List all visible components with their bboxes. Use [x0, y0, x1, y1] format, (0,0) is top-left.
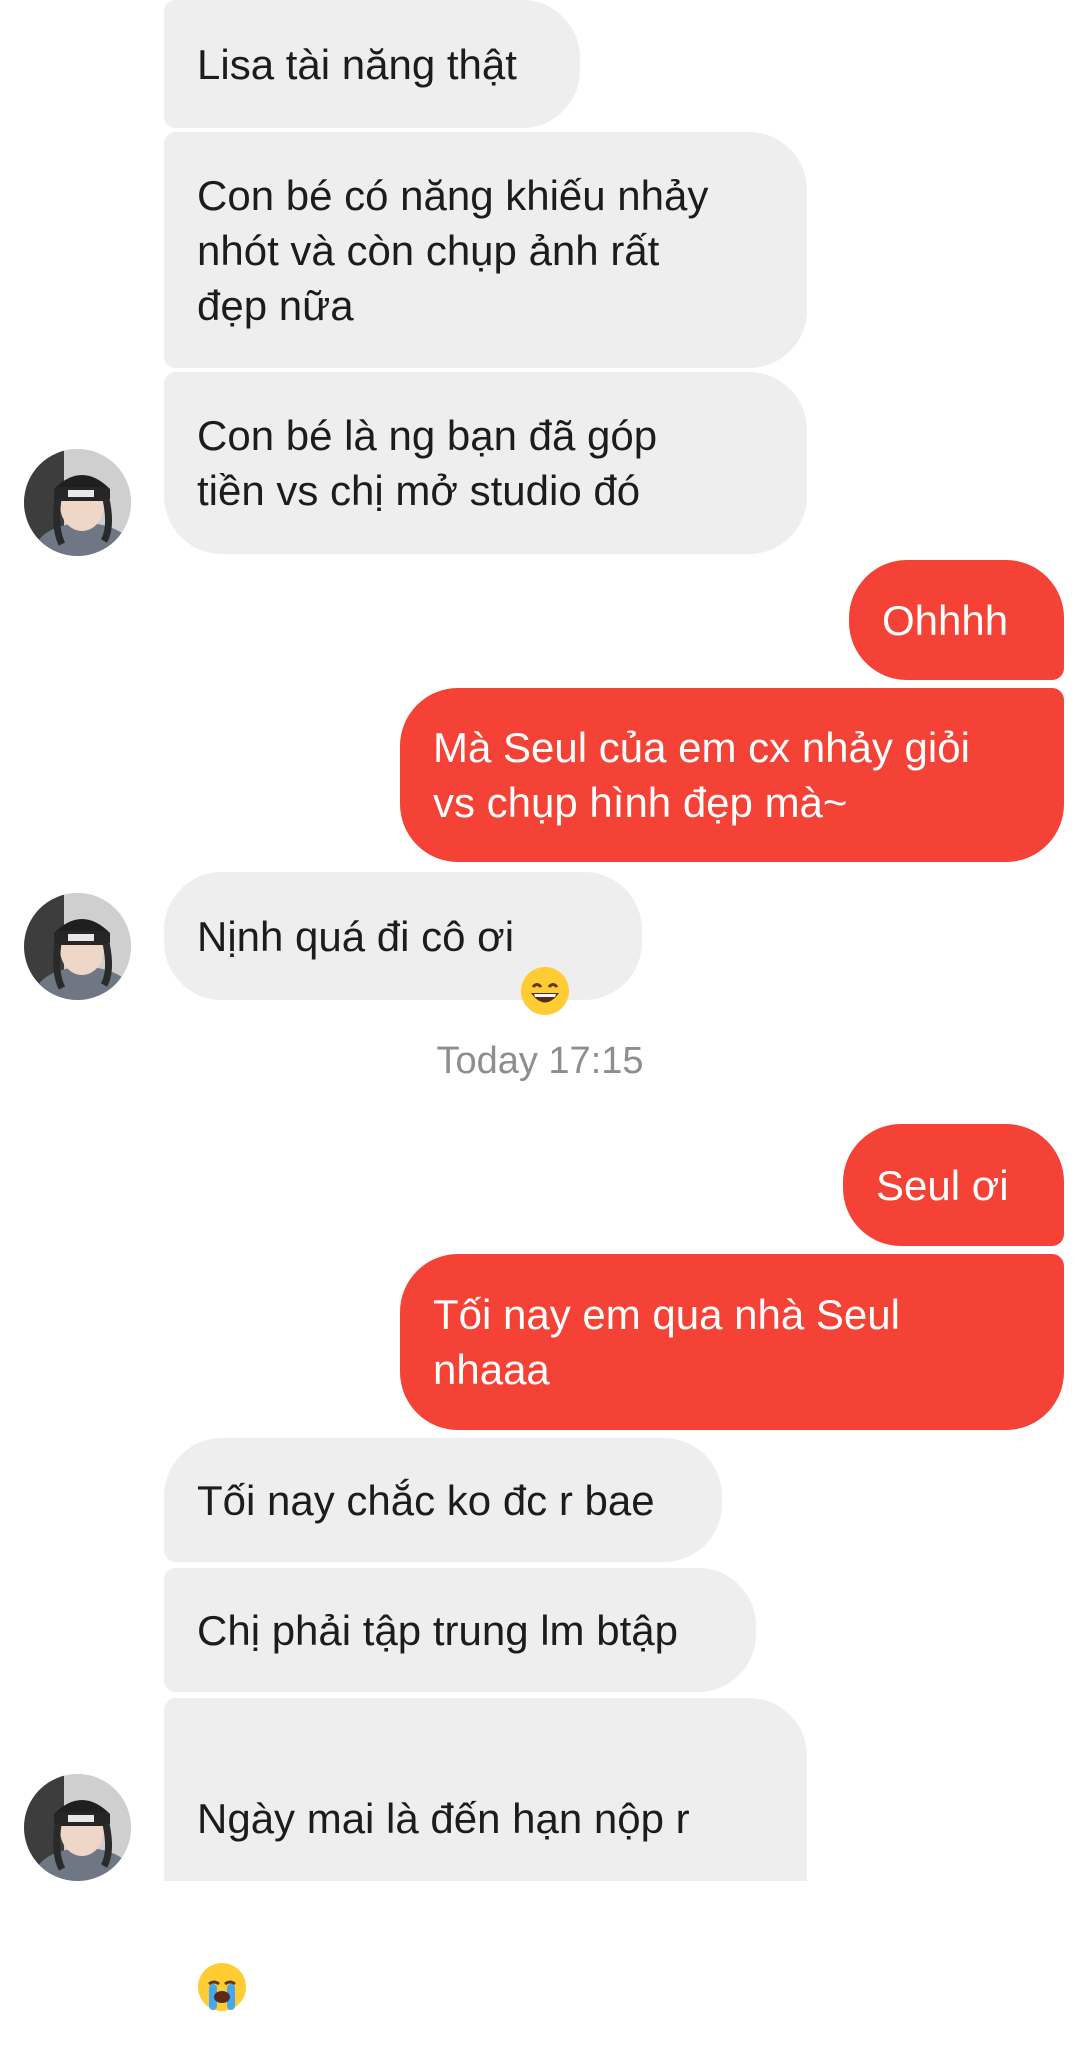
message-text: Con bé có năng khiếu nhảy nhót và còn ch…	[197, 171, 709, 329]
incoming-message[interactable]: Lisa tài năng thật	[164, 0, 580, 128]
outgoing-message[interactable]: Mà Seul của em cx nhảy giỏi vs chụp hình…	[400, 688, 1064, 862]
message-text: Mà Seul của em cx nhảy giỏi vs chụp hình…	[433, 724, 970, 826]
message-content: Ngày mai là đến hạn nộp r	[197, 1736, 690, 2011]
incoming-message[interactable]: Ngày mai là đến hạn nộp r	[164, 1698, 807, 2011]
message-text: Con bé là ng bạn đã góp tiền vs chị mở s…	[197, 412, 658, 514]
message-text: Ohhhh	[882, 596, 1009, 644]
incoming-message[interactable]: Con bé là ng bạn đã góp tiền vs chị mở s…	[164, 372, 807, 554]
incoming-message[interactable]: Chị phải tập trung lm btập	[164, 1568, 756, 1692]
outgoing-message[interactable]: Ohhhh	[849, 560, 1064, 680]
message-text: Nịnh quá đi cô ơi	[197, 912, 515, 960]
message-text: Chị phải tập trung lm btập	[197, 1606, 678, 1654]
message-text: Seul ơi	[876, 1161, 1009, 1209]
incoming-message[interactable]: Tối nay chắc ko đc r bae	[164, 1438, 722, 1562]
contact-avatar[interactable]	[24, 1774, 131, 1881]
message-text: Ngày mai là đến hạn nộp r	[197, 1795, 690, 1842]
avatar-image	[24, 893, 131, 1000]
timestamp-divider: Today 17:15	[436, 1040, 644, 1082]
incoming-message[interactable]: Con bé có năng khiếu nhảy nhót và còn ch…	[164, 132, 807, 368]
outgoing-message[interactable]: Tối nay em qua nhà Seul nhaaa	[400, 1254, 1064, 1430]
incoming-message[interactable]: Nịnh quá đi cô ơi	[164, 872, 642, 1015]
contact-avatar[interactable]	[24, 893, 131, 1000]
outgoing-message[interactable]: Seul ơi	[843, 1124, 1064, 1246]
contact-avatar[interactable]	[24, 449, 131, 556]
message-text: Tối nay em qua nhà Seul nhaaa	[433, 1291, 900, 1393]
message-text: Lisa tài năng thật	[197, 40, 517, 88]
avatar-image	[24, 449, 131, 556]
grinning-face-emoji	[520, 911, 570, 1015]
message-text: Tối nay chắc ko đc r bae	[197, 1476, 655, 1524]
loudly-crying-face-emoji	[197, 1907, 247, 2011]
avatar-image	[24, 1774, 131, 1881]
